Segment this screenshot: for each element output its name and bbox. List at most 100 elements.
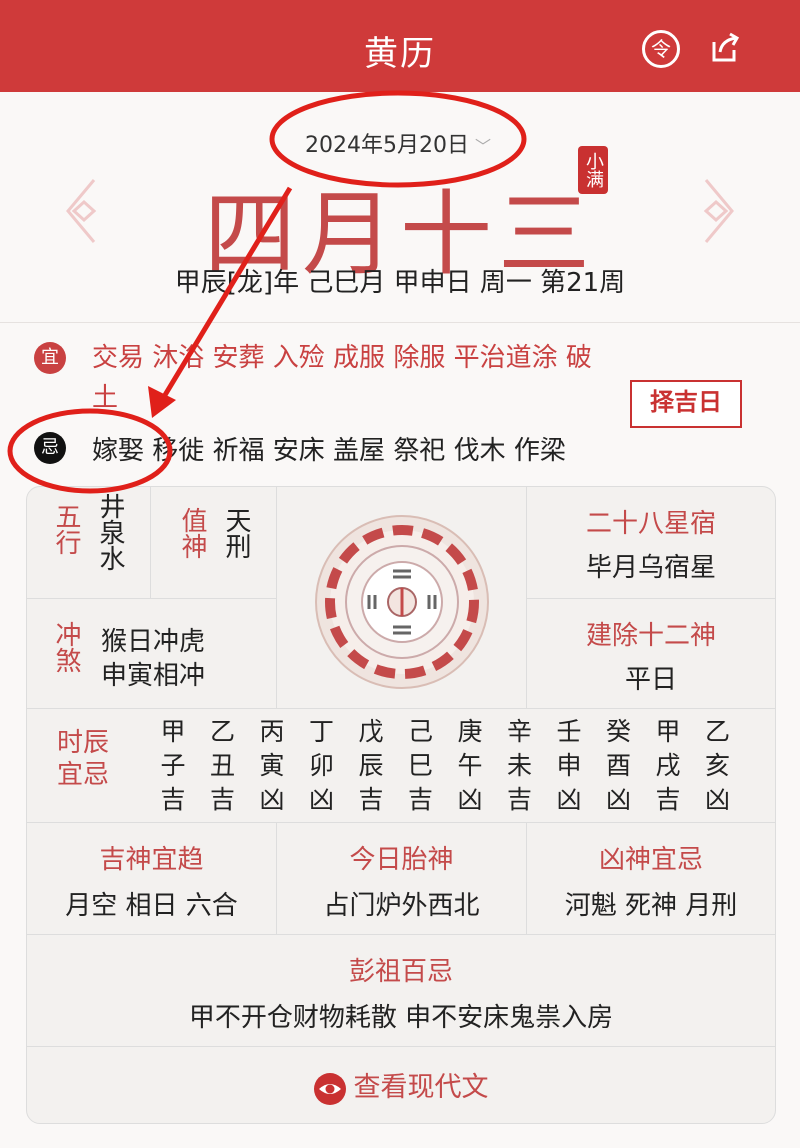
hour-branch: 卯 (308, 751, 334, 780)
yi-items: 交易 沐浴 安葬 入殓 成服 除服 平治道涂 破土 (92, 343, 592, 413)
hour-luck: 凶 (259, 785, 285, 814)
wuxing-value: 井泉水 (95, 493, 125, 571)
hour-luck: 吉 (358, 785, 384, 814)
hour-column: 丁卯凶 (300, 715, 344, 817)
eye-icon (313, 1072, 346, 1105)
zhishen-label: 值神 (177, 507, 207, 559)
ji-badge: 忌 (34, 432, 66, 464)
top-bar: 黄历 令 (0, 0, 800, 92)
hour-stem: 丁 (308, 717, 334, 746)
chongsha-line2: 申寅相冲 (101, 661, 206, 691)
xingxiu-value: 毕月乌宿星 (585, 553, 716, 583)
taishen-cell: 今日胎神 占门炉外西北 (277, 823, 527, 935)
hour-column: 辛未吉 (498, 715, 542, 817)
choose-auspicious-day-button[interactable]: 择吉日 (630, 380, 742, 428)
selected-date: 2024年5月20日 (305, 133, 469, 158)
xiongshen-label: 凶神宜忌 (598, 845, 703, 875)
xiongshen-cell: 凶神宜忌 河魁 死神 月刑 (527, 823, 775, 935)
share-icon[interactable] (706, 30, 742, 66)
hour-stem: 庚 (457, 717, 483, 746)
hour-luck: 凶 (556, 785, 582, 814)
view-modern-text-label: 查看现代文 (353, 1072, 489, 1103)
hour-column: 丙寅凶 (250, 715, 294, 817)
hour-stem: 丙 (259, 717, 285, 746)
hour-column: 戊辰吉 (349, 715, 393, 817)
hour-luck: 吉 (506, 785, 532, 814)
jishen-value: 月空 相日 六合 (65, 891, 238, 921)
hour-luck: 凶 (605, 785, 631, 814)
hour-stem: 癸 (605, 717, 631, 746)
hours-cell: 时辰宜忌 甲子吉乙丑吉丙寅凶丁卯凶戊辰吉己巳吉庚午凶辛未吉壬申凶癸酉凶甲戌吉乙亥… (27, 709, 775, 823)
hour-branch: 未 (506, 751, 532, 780)
zhishen-cell: 值神 天刑 (151, 487, 277, 599)
hour-stem: 甲 (655, 717, 681, 746)
taishen-value: 占门炉外西北 (323, 891, 480, 921)
hour-stem: 乙 (704, 717, 730, 746)
jianchu-value: 平日 (624, 665, 677, 695)
hour-branch: 丑 (209, 751, 235, 780)
wuxing-label: 五行 (51, 503, 81, 555)
hour-luck: 凶 (308, 785, 334, 814)
chongsha-label: 冲煞 (51, 621, 81, 673)
almanac-icon-button[interactable]: 令 (642, 30, 680, 68)
xingxiu-cell: 二十八星宿 毕月乌宿星 (527, 487, 775, 599)
chongsha-cell: 冲煞 猴日冲虎 申寅相冲 (27, 599, 277, 709)
hour-stem: 乙 (209, 717, 235, 746)
hour-branch: 申 (556, 751, 582, 780)
hour-stem: 甲 (160, 717, 186, 746)
hour-luck: 凶 (457, 785, 483, 814)
almanac-detail-card: 五行 井泉水 值神 天刑 二十八星宿 毕月乌宿星 冲煞 猴日冲虎 申寅相冲 建除… (26, 486, 776, 1124)
compass-cell (277, 487, 527, 709)
hour-stem: 壬 (556, 717, 582, 746)
jishen-cell: 吉神宜趋 月空 相日 六合 (27, 823, 277, 935)
hour-luck: 吉 (407, 785, 433, 814)
hour-column: 甲戌吉 (646, 715, 690, 817)
chongsha-line1: 猴日冲虎 (101, 627, 206, 657)
hour-stem: 戊 (358, 717, 384, 746)
hour-column: 己巳吉 (399, 715, 443, 817)
zhishen-value: 天刑 (221, 507, 251, 559)
hour-stem: 辛 (506, 717, 532, 746)
xingxiu-label: 二十八星宿 (585, 509, 716, 539)
hour-column: 庚午凶 (448, 715, 492, 817)
xiongshen-value: 河魁 死神 月刑 (564, 891, 738, 921)
divider (0, 322, 800, 323)
hour-column: 甲子吉 (151, 715, 195, 817)
view-modern-text-button[interactable]: 查看现代文 (27, 1065, 775, 1105)
jianchu-label: 建除十二神 (585, 621, 716, 651)
wuxing-cell: 五行 井泉水 (27, 487, 151, 599)
hour-branch: 子 (160, 751, 186, 780)
hour-stem: 己 (407, 717, 433, 746)
hour-branch: 戌 (655, 751, 681, 780)
yi-badge: 宜 (34, 342, 66, 374)
hour-column: 壬申凶 (547, 715, 591, 817)
hour-luck: 吉 (655, 785, 681, 814)
hour-branch: 辰 (358, 751, 384, 780)
hour-luck: 吉 (209, 785, 235, 814)
hour-luck: 吉 (160, 785, 186, 814)
hour-branch: 午 (457, 751, 483, 780)
pengzu-cell: 彭祖百忌 甲不开仓财物耗散 申不安床鬼祟入房 (27, 935, 775, 1047)
hour-column: 乙亥凶 (696, 715, 740, 817)
hour-branch: 酉 (605, 751, 631, 780)
hours-label: 时辰宜忌 (57, 728, 110, 790)
pengzu-value: 甲不开仓财物耗散 申不安床鬼祟入房 (188, 1003, 614, 1033)
compass-icon (315, 515, 489, 689)
pengzu-label: 彭祖百忌 (348, 957, 453, 987)
hour-column: 癸酉凶 (597, 715, 641, 817)
taishen-label: 今日胎神 (349, 845, 454, 875)
hours-grid: 甲子吉乙丑吉丙寅凶丁卯凶戊辰吉己巳吉庚午凶辛未吉壬申凶癸酉凶甲戌吉乙亥凶 (151, 715, 751, 819)
ling-icon: 令 (651, 37, 671, 61)
ji-items: 嫁娶 移徙 祈福 安床 盖屋 祭祀 伐木 作梁 (92, 436, 566, 466)
hour-branch: 寅 (259, 751, 285, 780)
jianchu-cell: 建除十二神 平日 (527, 599, 775, 709)
solar-term-seal: 小满 (578, 146, 608, 194)
date-selector[interactable]: 2024年5月20日 ﹀ (305, 127, 491, 159)
jishen-label: 吉神宜趋 (99, 845, 204, 875)
chevron-down-icon: ﹀ (474, 137, 491, 156)
hour-luck: 凶 (704, 785, 730, 814)
hour-column: 乙丑吉 (201, 715, 245, 817)
hour-branch: 巳 (407, 751, 433, 780)
ganzhi-line: 甲辰[龙]年 己巳月 甲申日 周一 第21周 (174, 268, 626, 298)
page-title: 黄历 (364, 34, 436, 74)
